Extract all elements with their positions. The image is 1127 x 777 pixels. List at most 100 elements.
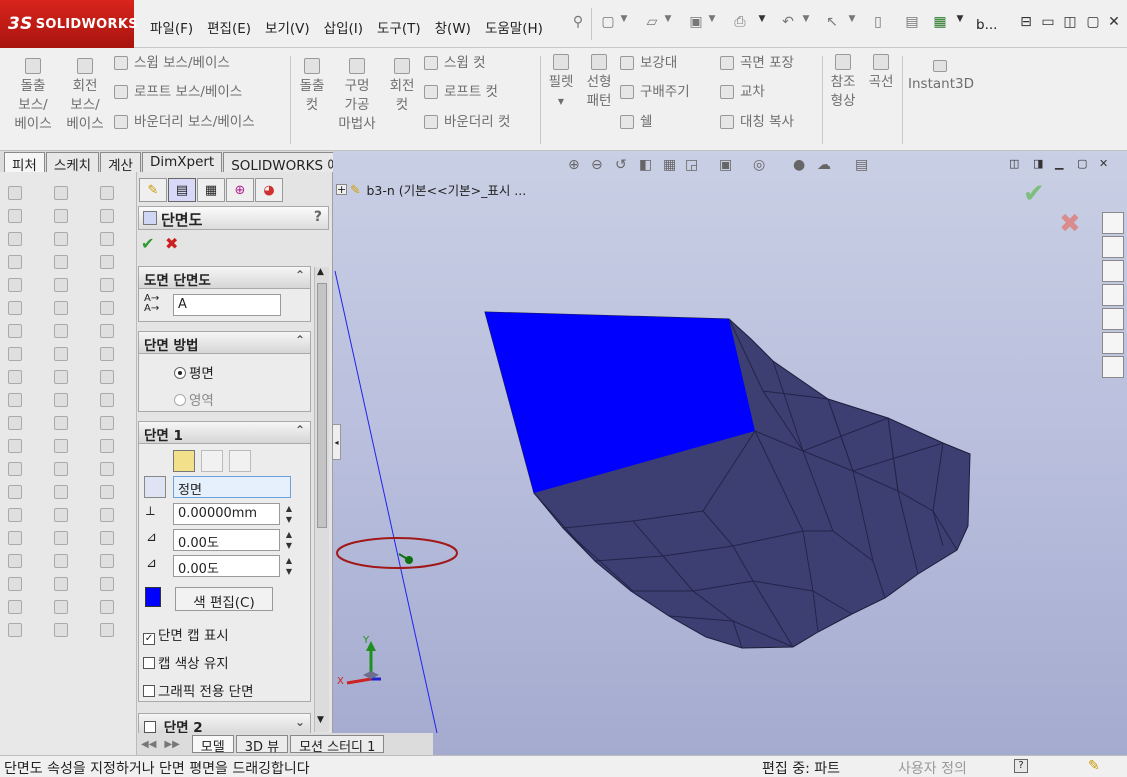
new-dropdown-icon[interactable]: ▼ <box>618 14 630 36</box>
dimxpert-manager-tab-icon[interactable]: ⊕ <box>226 178 254 202</box>
status-custom-units[interactable]: 사용자 정의 <box>898 758 967 777</box>
tool-icon[interactable] <box>54 416 68 430</box>
extrude-cut-button[interactable]: 돌출 컷 <box>294 58 330 115</box>
property-manager-tab-icon[interactable]: ▤ <box>168 178 196 202</box>
open-document-icon[interactable]: ▱ <box>642 14 662 36</box>
tool-icon[interactable] <box>8 462 22 476</box>
help-icon[interactable]: ? <box>314 209 322 225</box>
feature-tree-node[interactable]: + ✎ b3-n (기본<<기본>_표시 ... <box>336 181 526 198</box>
select-dropdown-icon[interactable]: ▼ <box>846 14 858 36</box>
tab-scroll-first-icon[interactable]: ◀◀ <box>141 739 156 750</box>
sweep-boss-button[interactable]: 스윕 보스/베이스 <box>114 54 230 73</box>
tool-icon[interactable] <box>8 255 22 269</box>
view-settings-icon[interactable]: ▤ <box>855 157 868 173</box>
home-icon[interactable] <box>1102 212 1124 234</box>
tool-icon[interactable] <box>54 324 68 338</box>
tool-icon[interactable] <box>54 508 68 522</box>
tool-icon[interactable] <box>8 278 22 292</box>
shell-button[interactable]: 쉘 <box>620 113 652 132</box>
rotate-x-field[interactable]: 0.00도 <box>173 529 280 551</box>
tab-features[interactable]: 피처 <box>4 152 45 174</box>
intersect-button[interactable]: 교차 <box>720 83 765 102</box>
status-help-icon[interactable]: ? <box>1014 759 1028 773</box>
collapse-chevron-icon[interactable]: ⌃ <box>295 333 305 347</box>
menu-help[interactable]: 도움말(H) <box>479 14 549 37</box>
print-dropdown-icon[interactable]: ▼ <box>756 14 768 36</box>
hide-show-items-icon[interactable]: ◎ <box>753 157 765 173</box>
print-icon[interactable]: ⎙ <box>730 14 750 36</box>
viewport-close-icon[interactable]: ✕ <box>1099 157 1108 170</box>
curves-button[interactable]: 곡선 <box>864 54 898 92</box>
tool-icon[interactable] <box>54 278 68 292</box>
method-planar-option[interactable]: 평면 <box>174 362 214 382</box>
tool-icon[interactable] <box>100 439 114 453</box>
tool-icon[interactable] <box>54 232 68 246</box>
section-method-header[interactable]: 단면 방법 ⌃ <box>139 332 310 354</box>
solidworks-logo[interactable]: 3S SOLIDWORKS <box>0 0 138 48</box>
tab-sketch[interactable]: 스케치 <box>45 152 100 174</box>
tool-icon[interactable] <box>54 554 68 568</box>
tool-icon[interactable] <box>54 439 68 453</box>
viewport-split-icon[interactable]: ◫ <box>1009 157 1019 170</box>
boundary-boss-button[interactable]: 바운더리 보스/베이스 <box>114 113 255 132</box>
appearances-icon[interactable] <box>1102 308 1124 330</box>
select-pointer-icon[interactable]: ↖ <box>822 14 842 36</box>
new-document-icon[interactable]: ▢ <box>598 14 618 36</box>
tool-icon[interactable] <box>8 439 22 453</box>
front-plane-option-icon[interactable] <box>173 450 195 472</box>
fillet-dropdown-icon[interactable]: ▼ <box>544 92 578 111</box>
graphics-only-checkbox[interactable]: 그래픽 전용 단면 <box>143 680 254 700</box>
tool-icon[interactable] <box>8 531 22 545</box>
tool-icon[interactable] <box>100 301 114 315</box>
tab-dimxpert[interactable]: DimXpert <box>141 152 223 172</box>
mirror-button[interactable]: 대칭 복사 <box>720 113 794 132</box>
tool-icon[interactable] <box>8 508 22 522</box>
tool-icon[interactable] <box>8 232 22 246</box>
scroll-up-icon[interactable]: ▲ <box>317 267 324 277</box>
restore-icon[interactable]: ▢ <box>1083 14 1103 36</box>
open-dropdown-icon[interactable]: ▼ <box>662 14 674 36</box>
top-plane-option-icon[interactable] <box>201 450 223 472</box>
window-menu-icon[interactable]: ⊟ <box>1016 14 1036 36</box>
tab-model[interactable]: 모델 <box>191 735 234 755</box>
right-plane-option-icon[interactable] <box>229 450 251 472</box>
edit-color-button[interactable]: 색 편집(C) <box>175 587 273 611</box>
tool-icon[interactable] <box>100 623 114 637</box>
revolve-boss-button[interactable]: 회전 보스/ 베이스 <box>62 58 108 134</box>
tool-icon[interactable] <box>100 347 114 361</box>
tool-icon[interactable] <box>100 255 114 269</box>
cancel-icon[interactable]: ✖ <box>165 234 178 253</box>
view-orientation-icon[interactable]: ◲ <box>685 157 698 173</box>
graphics-area[interactable]: Y X + ✎ b3-n (기본<<기본>_표시 ... ⊕ ⊖ ↺ ◧ ▦ ◲… <box>333 151 1127 755</box>
tool-icon[interactable] <box>54 370 68 384</box>
tool-icon[interactable] <box>100 600 114 614</box>
panel-scrollbar[interactable]: ▲ ▼ <box>314 267 329 732</box>
tool-icon[interactable] <box>100 531 114 545</box>
section-2-check-icon[interactable] <box>144 721 156 733</box>
scroll-thumb[interactable] <box>317 283 327 528</box>
tool-icon[interactable] <box>8 393 22 407</box>
tool-icon[interactable] <box>100 232 114 246</box>
tool-icon[interactable] <box>100 278 114 292</box>
tree-expand-icon[interactable]: + <box>336 183 347 195</box>
tool-icon[interactable] <box>8 554 22 568</box>
rebuild-icon[interactable]: ▯ <box>868 14 888 36</box>
tool-icon[interactable] <box>100 324 114 338</box>
offset-spinner[interactable]: ▲ ▼ <box>283 503 295 525</box>
tool-icon[interactable] <box>8 600 22 614</box>
menu-window[interactable]: 창(W) <box>429 14 477 37</box>
configuration-manager-tab-icon[interactable]: ▦ <box>197 178 225 202</box>
menu-insert[interactable]: 삽입(I) <box>318 14 369 37</box>
tool-icon[interactable] <box>100 462 114 476</box>
tool-icon[interactable] <box>54 301 68 315</box>
sweep-cut-button[interactable]: 스윕 컷 <box>424 54 486 73</box>
forum-icon[interactable] <box>1102 356 1124 378</box>
file-explorer-icon[interactable] <box>1102 260 1124 282</box>
tool-icon[interactable] <box>100 508 114 522</box>
tool-icon[interactable] <box>100 393 114 407</box>
revolve-cut-button[interactable]: 회전 컷 <box>384 58 420 115</box>
rotate-y-spinner[interactable]: ▲ ▼ <box>283 555 295 577</box>
close-icon[interactable]: ✕ <box>1104 14 1124 36</box>
section-label-field[interactable]: A <box>173 294 281 316</box>
graphics-only-check-icon[interactable] <box>143 685 155 697</box>
